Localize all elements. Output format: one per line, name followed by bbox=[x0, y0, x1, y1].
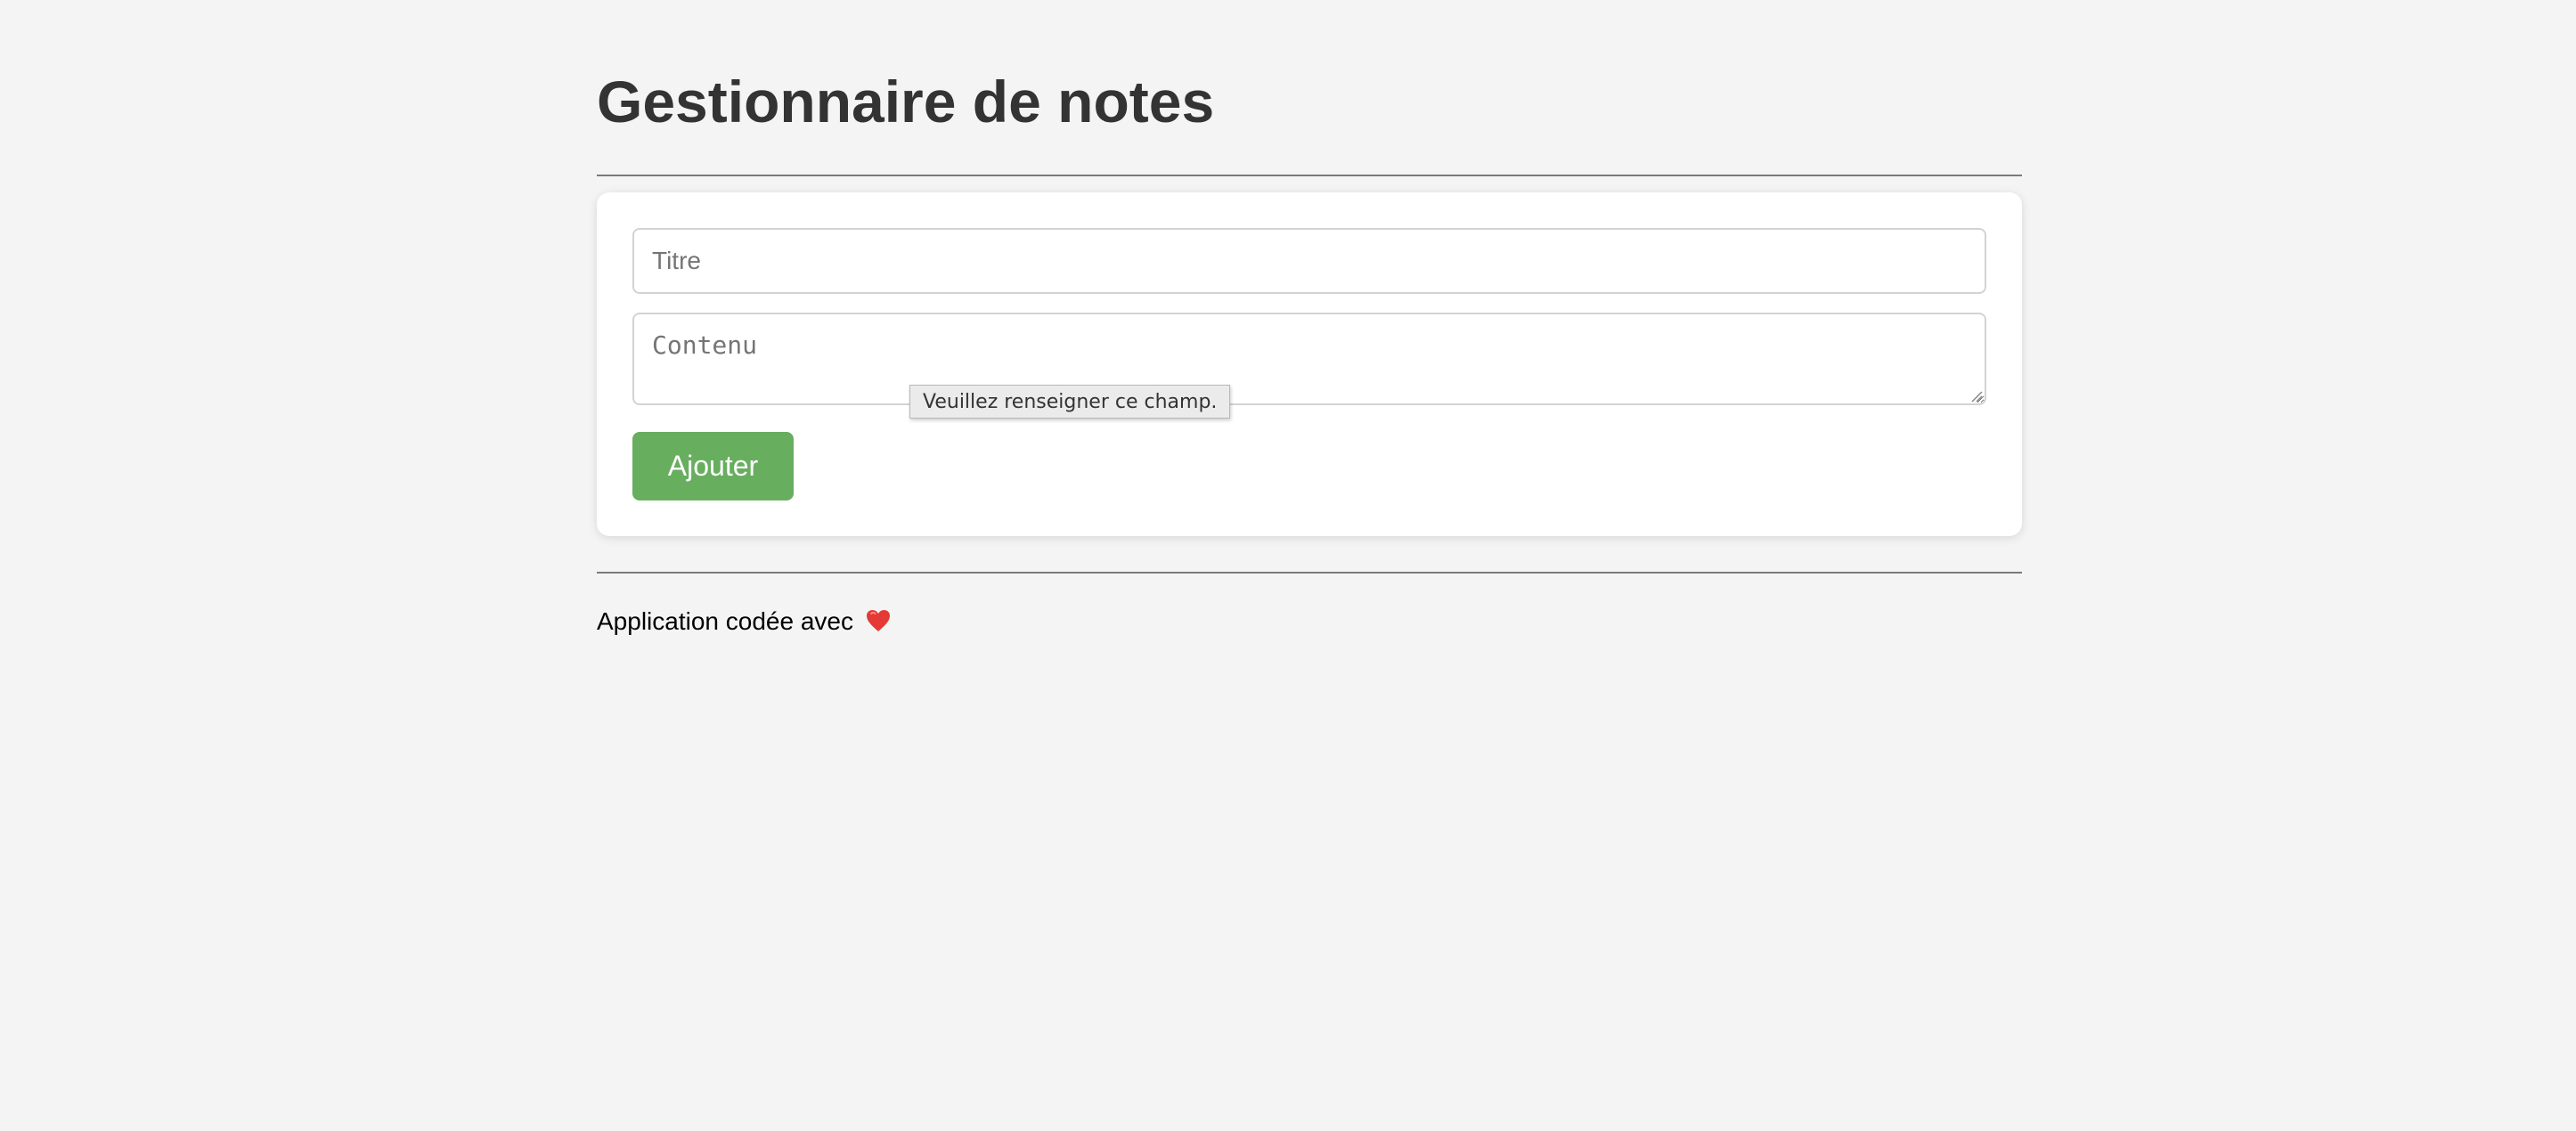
heart-icon bbox=[866, 609, 890, 631]
note-form-card: Ajouter bbox=[597, 192, 2022, 536]
page-title: Gestionnaire de notes bbox=[597, 69, 1215, 134]
footer-divider bbox=[597, 572, 2022, 574]
content-textarea[interactable] bbox=[632, 313, 1986, 405]
add-button[interactable]: Ajouter bbox=[632, 432, 794, 500]
title-input[interactable] bbox=[632, 228, 1986, 294]
validation-tooltip: Veuillez renseigner ce champ. bbox=[909, 385, 1231, 419]
header-divider bbox=[597, 175, 2022, 176]
footer: Application codée avec bbox=[597, 604, 891, 639]
footer-text: Application codée avec bbox=[597, 607, 853, 635]
